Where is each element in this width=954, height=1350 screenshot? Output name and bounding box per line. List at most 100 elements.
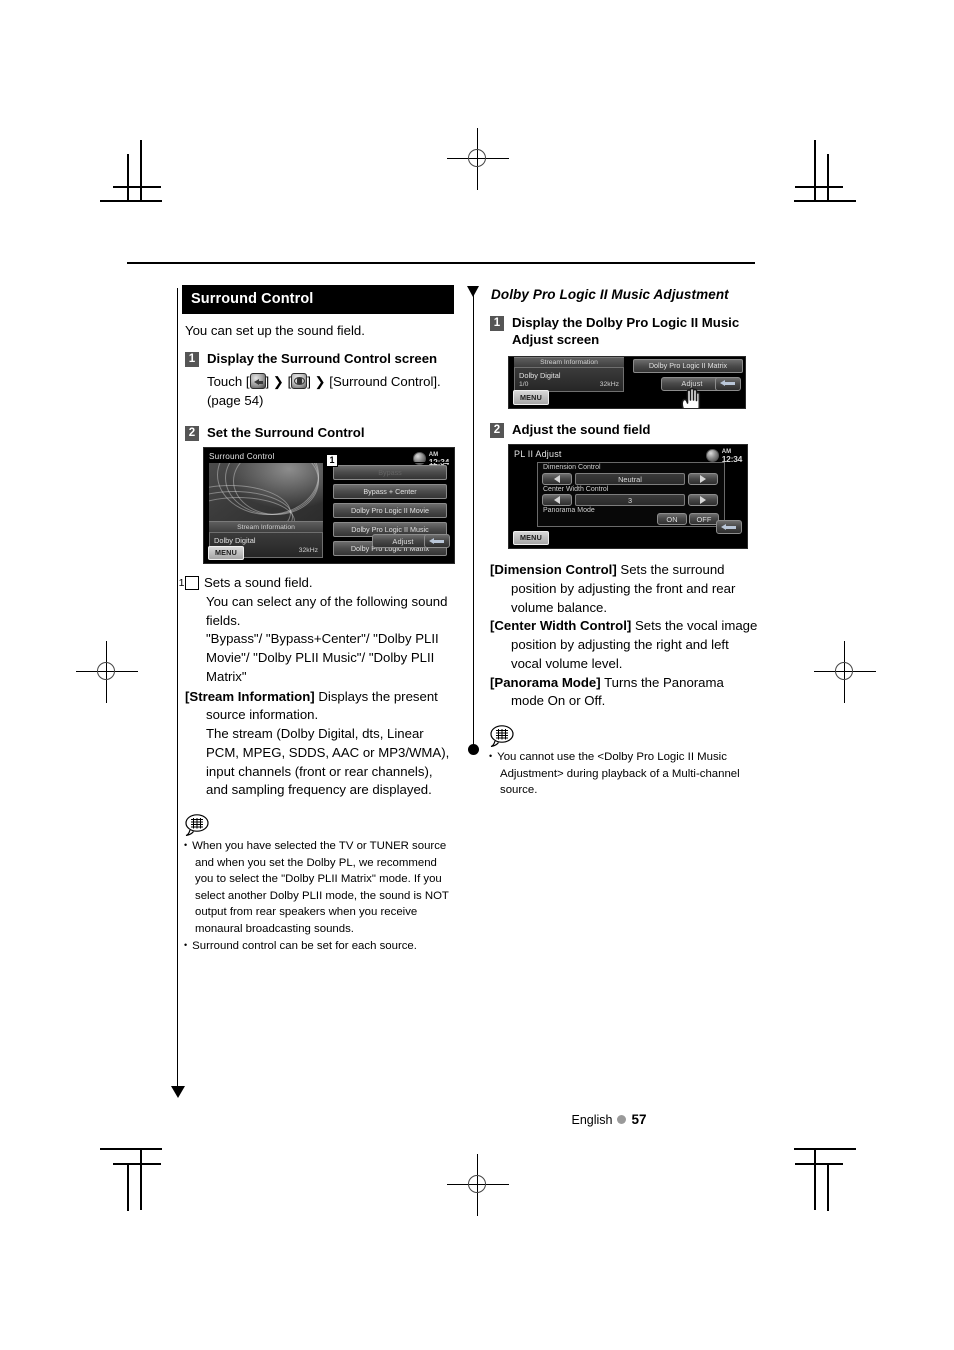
note-item: Surround control can be set for each sou…	[184, 938, 454, 955]
dimension-increase-button[interactable]	[688, 473, 718, 486]
menu-button[interactable]: MENU	[513, 530, 549, 546]
globe-icon	[705, 449, 719, 463]
left-column: Surround Control You can set up the soun…	[179, 285, 455, 956]
right-column: Dolby Pro Logic II Music Adjustment 1 Di…	[487, 285, 759, 800]
center-width-increase-button[interactable]	[688, 494, 718, 507]
page-footer: English 57	[0, 1112, 954, 1127]
registration-mark-bottom	[447, 1154, 509, 1216]
crop-mark-top-left-h	[100, 200, 162, 202]
sound-field-option-bypass-center[interactable]: Bypass + Center	[333, 484, 447, 500]
step-heading: Set the Surround Control	[207, 424, 365, 440]
desc-item-1-line-2: You can select any of the following soun…	[206, 594, 448, 628]
step-number: 2	[490, 422, 504, 438]
note-item: You cannot use the <Dolby Pro Logic II M…	[489, 749, 759, 799]
crop-mark-bottom-left-v	[100, 1148, 162, 1150]
left-column-rule-arrow	[171, 1086, 185, 1098]
center-width-control-label: Center Width Control	[543, 486, 609, 494]
crop-mark-bottom-right-inner-h	[795, 1163, 843, 1165]
step-number: 1	[490, 316, 504, 331]
desc-center-width-control: [Center Width Control] Sets the vocal im…	[490, 617, 759, 673]
callout-number-1: 1	[326, 454, 338, 468]
note-list: You cannot use the <Dolby Pro Logic II M…	[489, 749, 759, 799]
crop-mark-top-right-inner-v	[827, 154, 829, 202]
term-center-width-control: [Center Width Control]	[490, 618, 632, 634]
term-stream-information: [Stream Information]	[185, 688, 315, 704]
menu-button[interactable]: MENU	[208, 545, 244, 561]
crop-mark-top-right-inner-h	[795, 186, 843, 188]
callout-ref-1: 1	[179, 575, 199, 590]
device-status-clock: AM 12:34	[705, 449, 743, 463]
footer-dot-icon	[617, 1115, 627, 1124]
footer-language: English	[571, 1113, 613, 1127]
stream-sampling-rate: 32kHz	[599, 380, 619, 388]
desc-item-1-line-1: 1 Sets a sound field.	[179, 574, 454, 593]
dimension-decrease-button[interactable]	[542, 473, 572, 486]
device-title: Surround Control	[209, 452, 275, 462]
right-column-rule-dot	[468, 744, 479, 755]
sound-field-option-plii-movie[interactable]: Dolby Pro Logic II Movie	[333, 503, 447, 519]
touch-mid: ] ❯ [	[265, 374, 292, 390]
crop-mark-bottom-left-inner-v	[127, 1163, 129, 1211]
center-width-decrease-button[interactable]	[542, 494, 572, 507]
crop-mark-top-left-inner-h	[113, 186, 161, 188]
desc-item-2: [Stream Information] Displays the presen…	[185, 688, 454, 725]
touch-instruction: Touch [] ❯ [] ❯ [Surround Control]. (pag…	[207, 373, 454, 409]
sound-field-option-plii-matrix[interactable]: Dolby Pro Logic II Matrix	[633, 358, 743, 373]
desc-item-1-line-3: "Bypass"/ "Bypass+Center"/ "Dolby PLII M…	[206, 631, 439, 684]
device-screenshot-plii-adjust: PL II Adjust AM 12:34 Dimension Control …	[508, 444, 748, 550]
crop-mark-top-left-v	[140, 140, 142, 202]
stream-format: Dolby Digital	[519, 370, 561, 380]
touch-prefix: Touch [	[207, 374, 250, 390]
step-heading: Display the Dolby Pro Logic II Music Adj…	[512, 315, 740, 348]
crop-mark-bottom-right-v	[814, 1148, 816, 1210]
stream-format: Dolby Digital	[214, 536, 256, 546]
right-column-rule-arrow	[467, 286, 479, 297]
page-number: 57	[631, 1112, 647, 1127]
desc-panorama-mode: [Panorama Mode] Turns the Panorama mode …	[490, 674, 759, 711]
step-2-adjust-sound-field: 2 Adjust the sound field	[490, 421, 759, 438]
step-1-display-plii-music-adjust: 1 Display the Dolby Pro Logic II Music A…	[490, 314, 759, 349]
back-button[interactable]	[715, 376, 741, 391]
album-art-panel	[209, 463, 323, 522]
device-screenshot-adjust-entry: Stream Information Dolby Digital 1/0 32k…	[508, 355, 746, 409]
crop-mark-bottom-left-h	[140, 1148, 142, 1210]
stream-information-header: Stream Information	[209, 521, 323, 533]
panorama-off-button[interactable]: OFF	[689, 513, 719, 526]
menu-button[interactable]: MENU	[513, 390, 549, 405]
note-list: When you have selected the TV or TUNER s…	[184, 838, 454, 955]
stream-channels: 1/0	[519, 380, 529, 388]
registration-mark-right	[814, 641, 876, 703]
crop-mark-top-right-h	[794, 200, 856, 202]
sound-control-icon	[291, 373, 308, 390]
hand-pointer-icon	[677, 384, 711, 408]
registration-mark-top	[447, 128, 509, 190]
stream-information-body: Dolby Digital 1/0 32kHz	[514, 366, 624, 392]
step-number: 1	[185, 352, 199, 367]
clock-text: AM 12:34	[722, 449, 743, 462]
step-number: 2	[185, 425, 199, 441]
step-1-display-surround-control: 1 Display the Surround Control screen	[185, 350, 454, 367]
crop-mark-bottom-right-inner-v	[827, 1163, 829, 1211]
desc-dimension-control: [Dimension Control] Sets the surround po…	[490, 561, 759, 617]
term-panorama-mode: [Panorama Mode]	[490, 674, 601, 690]
subsection-title-dolby-plii-music-adjustment: Dolby Pro Logic II Music Adjustment	[491, 287, 729, 302]
note-icon	[184, 813, 214, 837]
back-button[interactable]	[424, 534, 450, 549]
right-descriptions: [Dimension Control] Sets the surround po…	[490, 561, 759, 711]
stream-sampling-rate: 32kHz	[298, 547, 318, 555]
dimension-control-label: Dimension Control	[543, 464, 601, 472]
registration-mark-left	[76, 641, 138, 703]
dimension-control-value: Neutral	[575, 473, 685, 486]
panorama-mode-label: Panorama Mode	[543, 507, 595, 515]
sound-field-option-bypass[interactable]: Bypass	[333, 465, 447, 481]
step-2-set-surround-control: 2 Set the Surround Control	[185, 424, 454, 441]
right-note-block: You cannot use the <Dolby Pro Logic II M…	[489, 724, 759, 799]
device-title: PL II Adjust	[514, 449, 562, 460]
section-title-surround-control: Surround Control	[182, 285, 454, 314]
note-item: When you have selected the TV or TUNER s…	[184, 838, 454, 937]
panorama-on-button[interactable]: ON	[657, 513, 687, 526]
step-heading: Display the Surround Control screen	[207, 351, 438, 366]
stream-information-header: Stream Information	[514, 356, 624, 367]
back-button[interactable]	[716, 520, 742, 535]
note-icon	[489, 724, 519, 748]
